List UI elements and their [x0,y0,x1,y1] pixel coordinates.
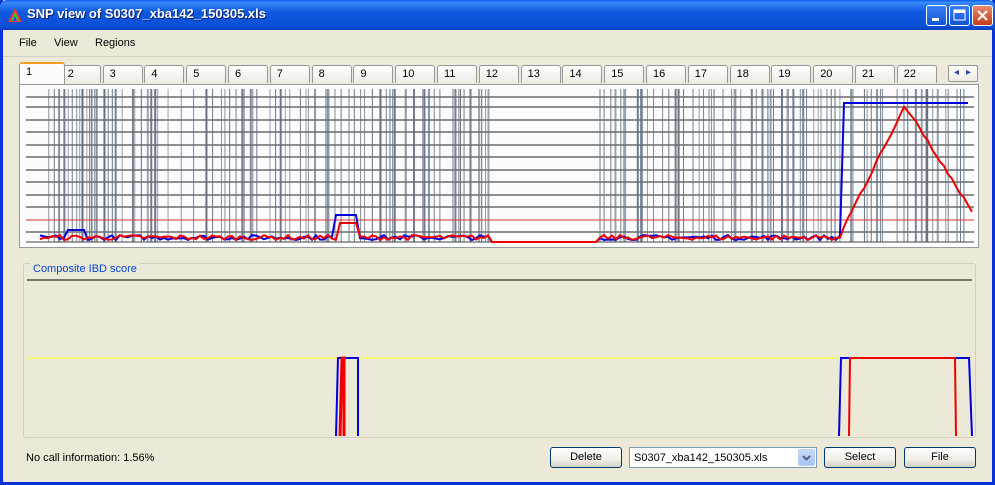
composite-blue-region [838,357,973,437]
title-bar[interactable]: SNP view of S0307_xba142_150305.xls [0,0,995,30]
minimize-button[interactable] [926,5,947,26]
tab-chromosome-11[interactable]: 11 [437,65,477,83]
tab-chromosome-16[interactable]: 16 [646,65,686,83]
tab-chromosome-8[interactable]: 8 [311,65,352,83]
tab-scroll-buttons[interactable]: ◂ ▸ [948,65,978,82]
dropdown-button[interactable] [798,449,815,466]
menu-file[interactable]: File [19,37,37,49]
no-call-status: No call information: 1.56% [26,452,155,464]
tab-chromosome-21[interactable]: 21 [855,65,895,83]
blue-trace [39,102,968,243]
tab-chromosome-12[interactable]: 12 [478,65,519,83]
tab-chromosome-19[interactable]: 19 [771,65,812,83]
scroll-right-icon[interactable]: ▸ [966,67,971,78]
menu-regions[interactable]: Regions [95,37,135,49]
tab-chromosome-9[interactable]: 9 [353,65,394,83]
tab-chromosome-17[interactable]: 17 [687,65,728,83]
composite-label: Composite IBD score [30,263,140,275]
maximize-icon [953,9,966,21]
snp-plot-frame [19,84,979,248]
tab-chromosome-2[interactable]: 2 [60,65,101,83]
snp-bars [48,89,965,242]
file-select-value: S0307_xba142_150305.xls [634,452,768,464]
tab-chromosome-18[interactable]: 18 [729,65,770,83]
composite-ibd-plot[interactable] [24,264,975,437]
file-select[interactable]: S0307_xba142_150305.xls [629,447,817,468]
close-button[interactable] [972,5,993,26]
red-trace [39,104,973,243]
app-window: SNP view of S0307_xba142_150305.xls File… [0,0,995,485]
chromosome-tabs: 1 2 3 4 5 6 7 8 9 10 11 12 13 14 15 16 17 18 19 20 21 22 [19,62,979,84]
tab-chromosome-20[interactable]: 20 [813,65,854,83]
chevron-down-icon [802,455,811,461]
tab-chromosome-13[interactable]: 13 [520,65,561,83]
tab-chromosome-7[interactable]: 7 [269,65,310,83]
tab-chromosome-10[interactable]: 10 [395,65,436,83]
tab-chromosome-22[interactable]: 22 [896,65,937,83]
scroll-left-icon[interactable]: ◂ [954,67,959,78]
menu-bar: File View Regions [3,30,992,57]
tab-chromosome-3[interactable]: 3 [102,65,143,83]
tab-chromosome-15[interactable]: 15 [604,65,645,83]
close-icon [977,10,988,21]
tab-chromosome-4[interactable]: 4 [144,65,185,83]
tab-chromosome-1[interactable]: 1 [19,62,65,84]
app-icon [8,8,22,22]
minimize-icon [932,18,939,21]
tab-chromosome-14[interactable]: 14 [562,65,603,83]
tab-chromosome-6[interactable]: 6 [228,65,268,83]
window-title: SNP view of S0307_xba142_150305.xls [27,6,266,21]
file-button[interactable]: File [904,447,976,468]
select-button[interactable]: Select [824,447,896,468]
composite-group [23,263,976,438]
menu-view[interactable]: View [54,37,78,49]
composite-red-region [338,356,346,437]
snp-plot[interactable] [20,85,978,247]
tab-chromosome-5[interactable]: 5 [186,65,227,83]
delete-button[interactable]: Delete [550,447,622,468]
composite-red-region [848,357,957,437]
maximize-button[interactable] [949,5,970,26]
